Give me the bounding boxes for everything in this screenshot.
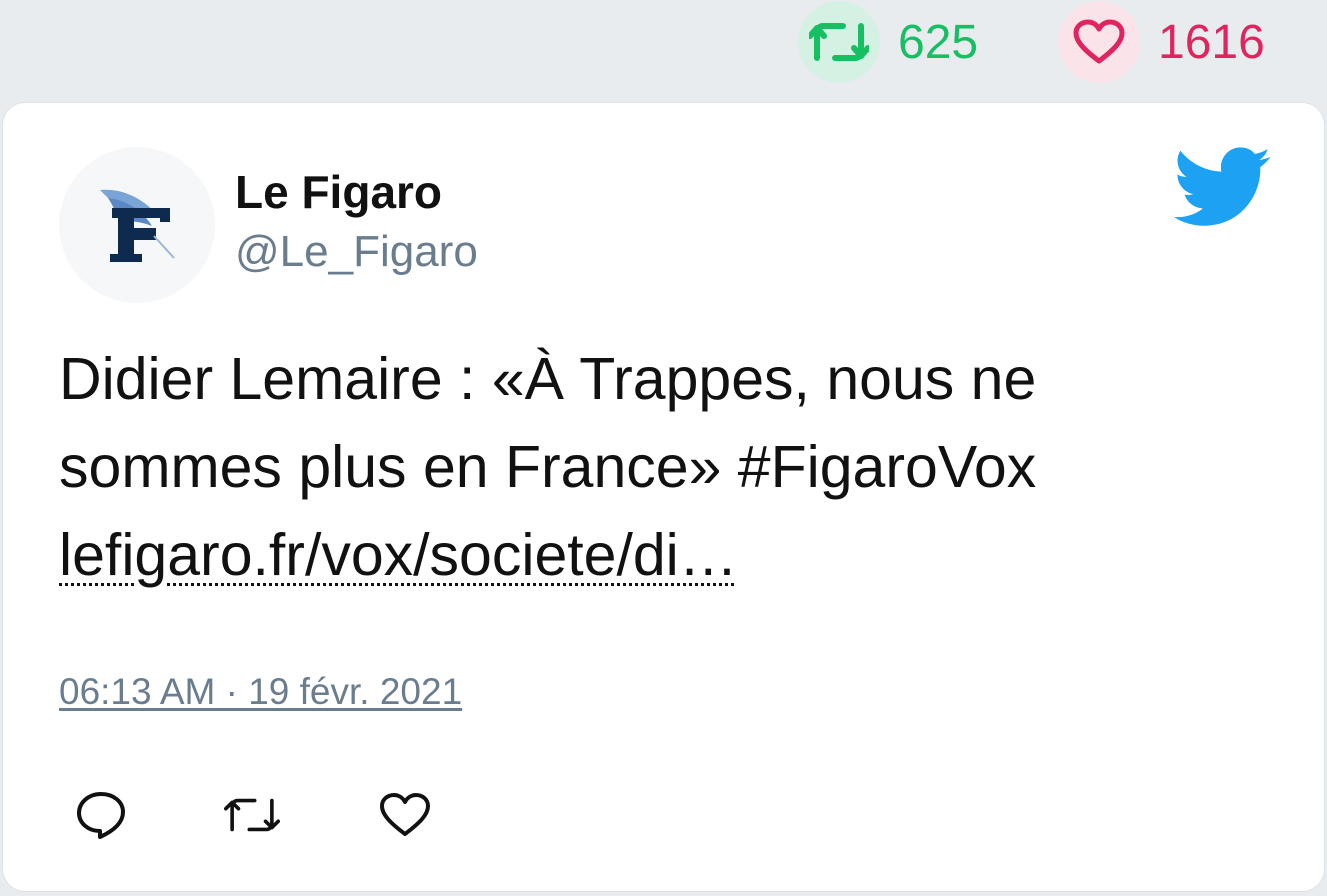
le-figaro-logo — [100, 189, 175, 262]
retweet-stat[interactable]: 625 — [798, 1, 978, 83]
retweet-icon[interactable] — [224, 787, 280, 843]
retweet-count: 625 — [898, 15, 979, 69]
tweet-text-line: sommes plus en France» #FigaroVox — [59, 434, 1037, 500]
heart-icon[interactable] — [1058, 1, 1140, 83]
like-count: 1616 — [1158, 15, 1265, 69]
tweet-card: Le Figaro @Le_Figaro Didier Lemaire : «À… — [3, 103, 1324, 891]
heart-icon[interactable] — [377, 787, 433, 843]
retweet-icon[interactable] — [798, 1, 880, 83]
reply-icon[interactable] — [73, 787, 129, 843]
tweet-text: Didier Lemaire : «À Trappes, nous ne som… — [59, 335, 1259, 599]
twitter-bird-icon[interactable] — [1173, 147, 1273, 234]
tweet-text-line: Didier Lemaire : «À Trappes, nous ne — [59, 346, 1037, 412]
timestamp-link[interactable]: 06:13 AM · 19 févr. 2021 — [59, 671, 462, 713]
tweet-link[interactable]: lefigaro.fr/vox/societe/di… — [59, 511, 1259, 599]
engagement-bar: 625 1616 — [0, 0, 1327, 100]
avatar[interactable] — [59, 147, 215, 303]
like-stat[interactable]: 1616 — [1058, 1, 1265, 83]
handle[interactable]: @Le_Figaro — [235, 227, 478, 277]
display-name[interactable]: Le Figaro — [235, 165, 442, 219]
